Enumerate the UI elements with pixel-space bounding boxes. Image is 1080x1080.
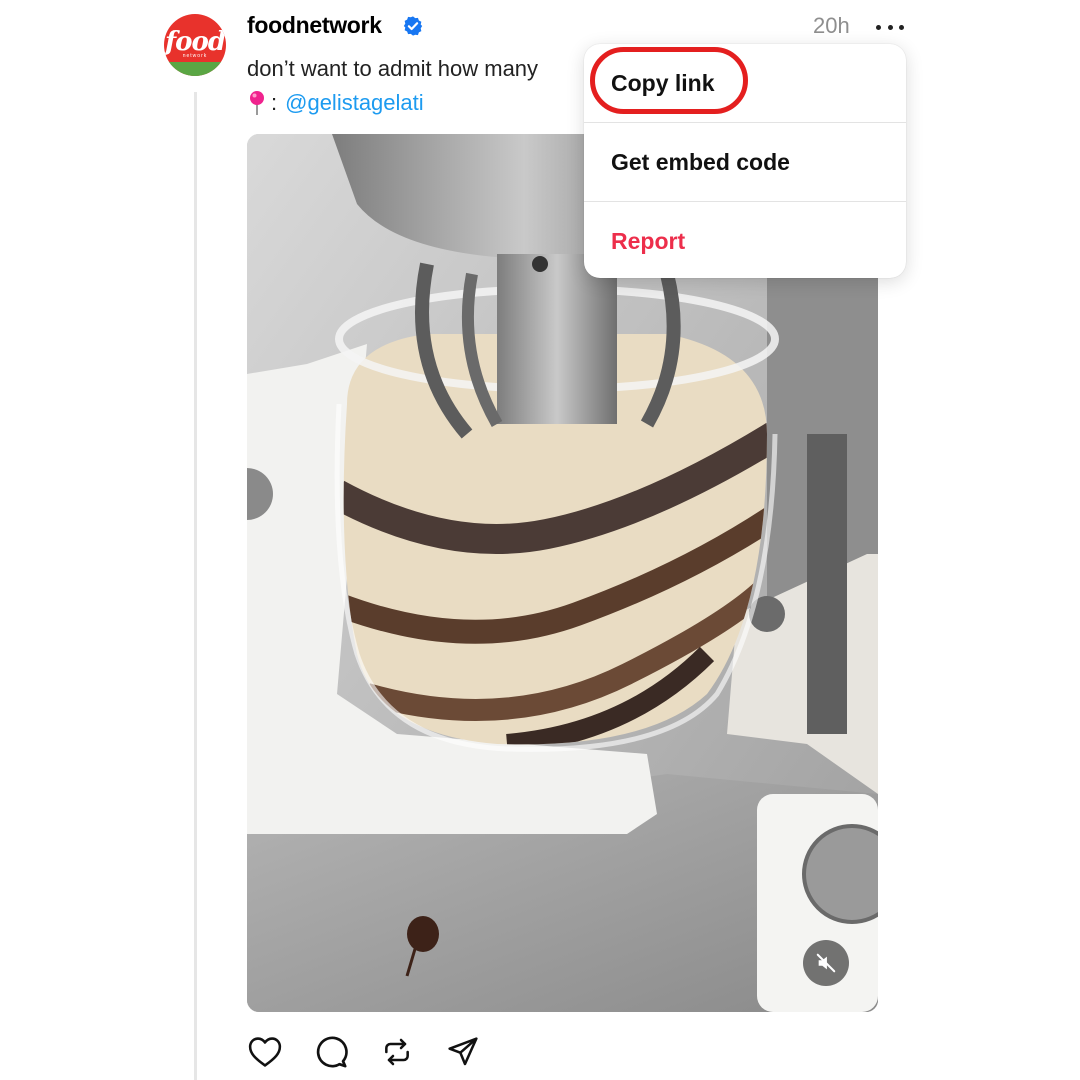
- mute-toggle-icon[interactable]: [803, 940, 849, 986]
- speaker-muted-icon: [816, 953, 836, 973]
- post-credit: : @gelistagelati: [247, 90, 424, 116]
- get-embed-code-menu-item[interactable]: Get embed code: [584, 123, 906, 201]
- like-icon[interactable]: [247, 1034, 283, 1070]
- post-actions: [247, 1034, 481, 1070]
- username[interactable]: foodnetwork: [247, 12, 382, 39]
- credit-handle-link[interactable]: @gelistagelati: [285, 90, 424, 116]
- avatar[interactable]: food network: [164, 14, 226, 76]
- repost-icon[interactable]: [379, 1034, 415, 1070]
- verified-badge-icon: [403, 16, 423, 36]
- pushpin-icon: [250, 91, 264, 115]
- share-icon[interactable]: [445, 1034, 481, 1070]
- post-caption: don’t want to admit how many: [247, 56, 539, 81]
- copy-link-highlight-annotation: [590, 47, 748, 114]
- thread-line: [194, 92, 197, 1080]
- report-menu-item[interactable]: Report: [584, 202, 906, 278]
- comment-icon[interactable]: [313, 1034, 349, 1070]
- post-timestamp: 20h: [813, 13, 850, 38]
- credit-separator: :: [271, 90, 278, 115]
- avatar-watermelon-rind: [164, 62, 226, 76]
- avatar-logo-subtext: network: [182, 53, 208, 59]
- more-options-icon[interactable]: [876, 16, 904, 38]
